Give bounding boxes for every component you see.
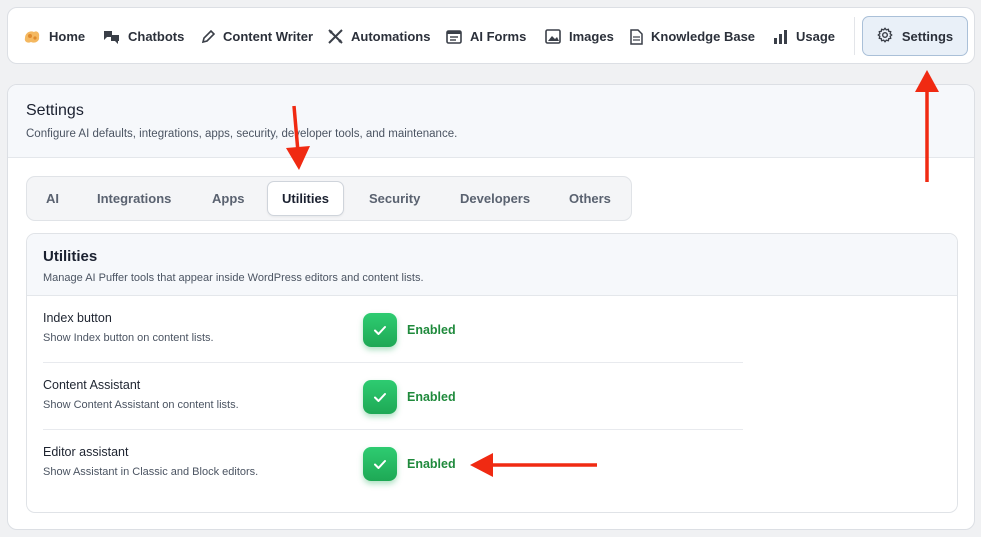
setting-description: Show Content Assistant on content lists. <box>43 399 239 411</box>
setting-description: Show Assistant in Classic and Block edit… <box>43 466 259 478</box>
tab-security[interactable]: Security <box>369 177 420 220</box>
checkmark-icon <box>374 459 386 469</box>
nav-chatbots[interactable]: Chatbots <box>103 8 184 65</box>
page-subtitle: Configure AI defaults, integrations, app… <box>26 128 458 140</box>
nav-content-writer[interactable]: Content Writer <box>201 8 313 65</box>
nav-knowledge-base[interactable]: Knowledge Base <box>630 8 755 65</box>
nav-ai-forms-label: AI Forms <box>470 29 527 44</box>
setting-row-index-button: Index button Show Index button on conten… <box>43 296 743 363</box>
setting-label: Index button <box>43 311 112 325</box>
utilities-card: Utilities Manage AI Puffer tools that ap… <box>26 233 958 513</box>
settings-panel: Settings Configure AI defaults, integrat… <box>7 84 975 530</box>
gear-icon <box>877 27 893 46</box>
nav-chatbots-label: Chatbots <box>128 29 185 44</box>
tab-apps[interactable]: Apps <box>212 177 245 220</box>
form-icon <box>446 29 462 44</box>
setting-label: Content Assistant <box>43 378 141 392</box>
nav-settings-label: Settings <box>901 28 954 44</box>
card-subtitle: Manage AI Puffer tools that appear insid… <box>43 272 424 284</box>
pencil-icon <box>201 29 215 44</box>
editor-assistant-toggle[interactable] <box>363 447 397 481</box>
bar-chart-icon <box>773 29 788 44</box>
tab-others[interactable]: Others <box>569 177 611 220</box>
image-icon <box>545 29 561 44</box>
nav-images[interactable]: Images <box>545 8 614 65</box>
utilities-card-header: Utilities Manage AI Puffer tools that ap… <box>27 234 957 296</box>
setting-row-editor-assistant: Editor assistant Show Assistant in Class… <box>43 430 743 497</box>
toggle-status: Enabled <box>407 457 456 471</box>
tab-integrations[interactable]: Integrations <box>97 177 171 220</box>
nav-usage[interactable]: Usage <box>773 8 835 65</box>
page-title: Settings <box>26 102 84 119</box>
nav-images-label: Images <box>569 29 614 44</box>
nav-automations[interactable]: Automations <box>328 8 430 65</box>
nav-settings-button[interactable]: Settings <box>862 16 968 56</box>
nav-automations-label: Automations <box>351 29 431 44</box>
top-navigation: Home Chatbots Content Writer Automations <box>7 7 975 64</box>
card-title: Utilities <box>43 248 98 265</box>
puffer-logo-icon <box>23 29 41 45</box>
index-button-toggle[interactable] <box>363 313 397 347</box>
toggle-status: Enabled <box>407 390 456 404</box>
checkmark-icon <box>374 325 386 335</box>
nav-knowledge-base-label: Knowledge Base <box>651 29 756 44</box>
toggle-status: Enabled <box>407 323 456 337</box>
nav-ai-forms[interactable]: AI Forms <box>446 8 526 65</box>
nav-divider <box>854 17 855 55</box>
document-icon <box>630 28 643 45</box>
tab-developers[interactable]: Developers <box>460 177 530 220</box>
tab-ai[interactable]: AI <box>46 177 59 220</box>
nav-usage-label: Usage <box>796 29 836 44</box>
setting-description: Show Index button on content lists. <box>43 332 214 344</box>
content-assistant-toggle[interactable] <box>363 380 397 414</box>
tab-utilities[interactable]: Utilities <box>267 181 344 216</box>
chat-bubbles-icon <box>103 29 120 44</box>
settings-tabs: AI Integrations Apps Utilities Security … <box>26 176 632 221</box>
nav-content-writer-label: Content Writer <box>223 29 314 44</box>
setting-label: Editor assistant <box>43 445 129 459</box>
nav-home-label: Home <box>49 29 86 44</box>
airplane-icon <box>328 29 343 44</box>
settings-header: Settings Configure AI defaults, integrat… <box>8 85 974 158</box>
checkmark-icon <box>374 392 386 402</box>
setting-row-content-assistant: Content Assistant Show Content Assistant… <box>43 363 743 430</box>
nav-home[interactable]: Home <box>23 8 85 65</box>
